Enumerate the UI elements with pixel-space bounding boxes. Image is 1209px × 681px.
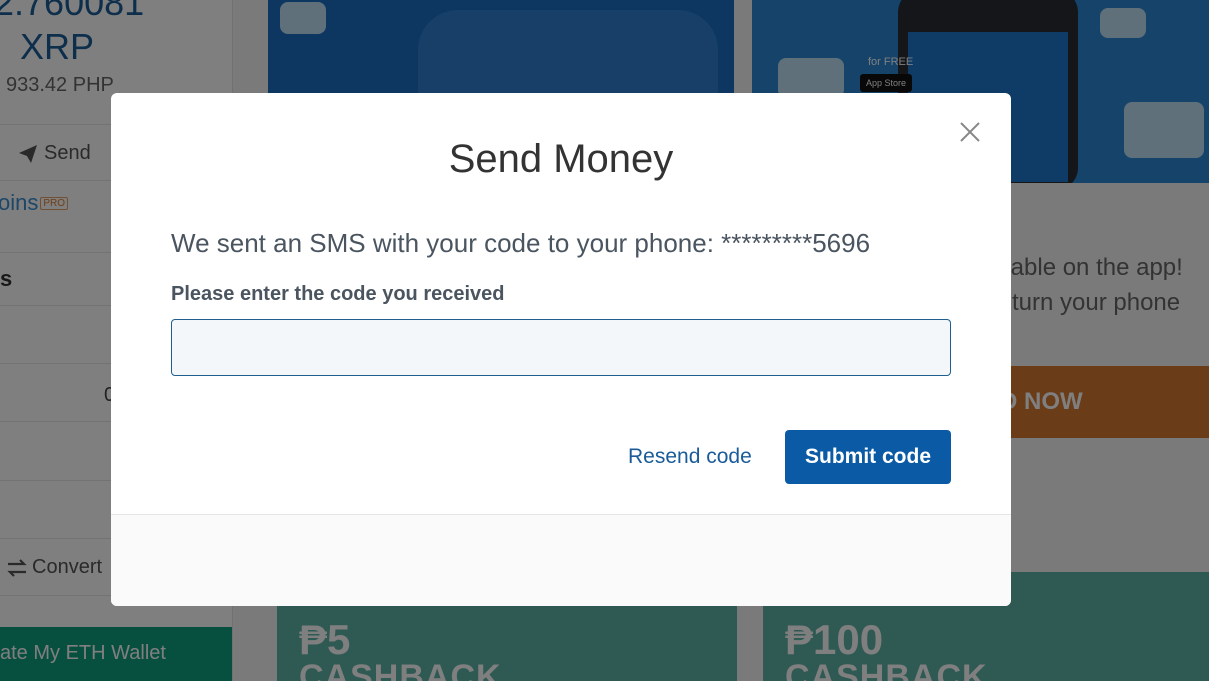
code-label: Please enter the code you received [171, 283, 505, 305]
sms-sent-message: We sent an SMS with your code to your ph… [171, 228, 871, 258]
modal-footer [111, 514, 1011, 606]
resend-code-link[interactable]: Resend code [628, 445, 752, 469]
modal-title: Send Money [448, 137, 674, 181]
send-money-modal: Send Money We sent an SMS with your code… [111, 93, 1011, 606]
submit-code-button[interactable]: Submit code [785, 430, 951, 484]
code-input[interactable] [171, 319, 951, 376]
